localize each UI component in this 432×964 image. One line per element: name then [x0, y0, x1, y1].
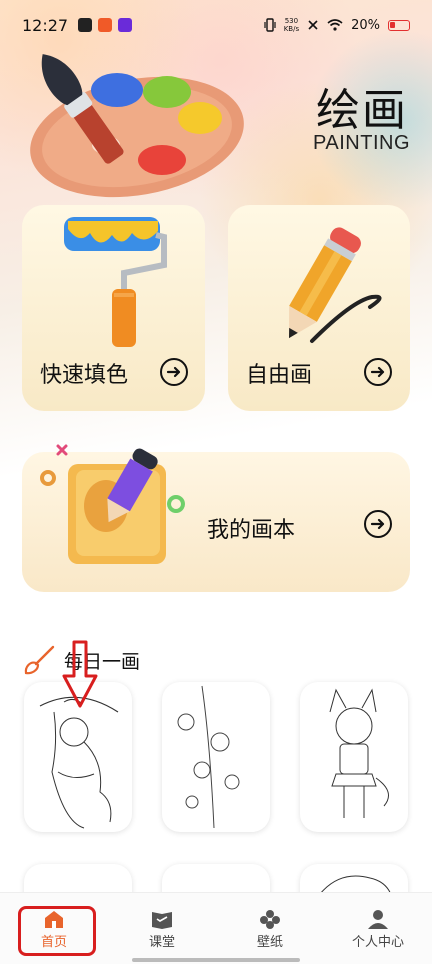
pencil-icon: [289, 227, 382, 343]
daily-drawing-card[interactable]: [162, 682, 270, 832]
no-sim-icon: [308, 20, 318, 30]
arrow-right-icon: [370, 518, 385, 530]
status-app-icons: [78, 18, 133, 32]
app-notification-icon: [118, 18, 133, 32]
profile-icon: [368, 910, 388, 929]
arrow-right-icon: [166, 366, 181, 378]
net-speed-value: 530: [284, 17, 299, 25]
palette-illustration: [30, 54, 244, 198]
annotation-highlight-box: [18, 906, 96, 956]
wallpaper-icon: [260, 910, 280, 929]
sketchbook-icon: [40, 444, 185, 564]
nav-profile-label: 个人中心: [351, 935, 404, 950]
quick-fill-label: 快速填色: [40, 363, 129, 388]
free-draw-label: 自由画: [246, 363, 313, 388]
vibrate-icon: [264, 18, 276, 32]
status-right: 530 KB/s 20%: [264, 17, 410, 33]
battery-icon: [388, 19, 410, 31]
line-art-flowers-image: [177, 685, 240, 829]
net-speed-unit: KB/s: [283, 25, 300, 33]
page-subtitle: PAINTING: [313, 132, 410, 154]
free-draw-arrow-button[interactable]: [364, 358, 392, 386]
nav-classroom[interactable]: 课堂: [108, 893, 216, 964]
daily-drawing-card[interactable]: [300, 682, 408, 832]
page-title: 绘画: [316, 85, 408, 136]
free-draw-card[interactable]: 自由画: [228, 205, 410, 411]
line-art-fox-girl-image: [329, 688, 389, 818]
network-speed: 530 KB/s: [284, 17, 299, 33]
status-time: 12:27: [22, 15, 69, 35]
arrow-right-icon: [370, 366, 385, 378]
brush-icon: [24, 645, 55, 675]
wifi-icon: [327, 19, 343, 31]
my-sketchbook-label: 我的画本: [207, 518, 296, 543]
classroom-icon: [152, 912, 172, 929]
nav-classroom-label: 课堂: [148, 935, 175, 950]
app-notification-icon: [98, 18, 113, 32]
quick-fill-arrow-button[interactable]: [160, 358, 188, 386]
nav-profile[interactable]: 个人中心: [324, 893, 432, 964]
my-sketchbook-card[interactable]: 我的画本: [22, 444, 410, 592]
status-bar: 12:27 530 KB/s 20%: [0, 0, 432, 50]
annotation-arrow: [62, 640, 98, 708]
nav-wallpaper[interactable]: 壁纸: [216, 893, 324, 964]
home-indicator: [132, 958, 300, 962]
quick-fill-card[interactable]: 快速填色: [22, 205, 205, 411]
app-notification-icon: [78, 18, 93, 32]
my-sketchbook-arrow-button[interactable]: [364, 510, 392, 538]
nav-wallpaper-label: 壁纸: [256, 935, 283, 950]
battery-percent: 20%: [351, 17, 380, 33]
paint-roller-icon: [64, 217, 167, 347]
